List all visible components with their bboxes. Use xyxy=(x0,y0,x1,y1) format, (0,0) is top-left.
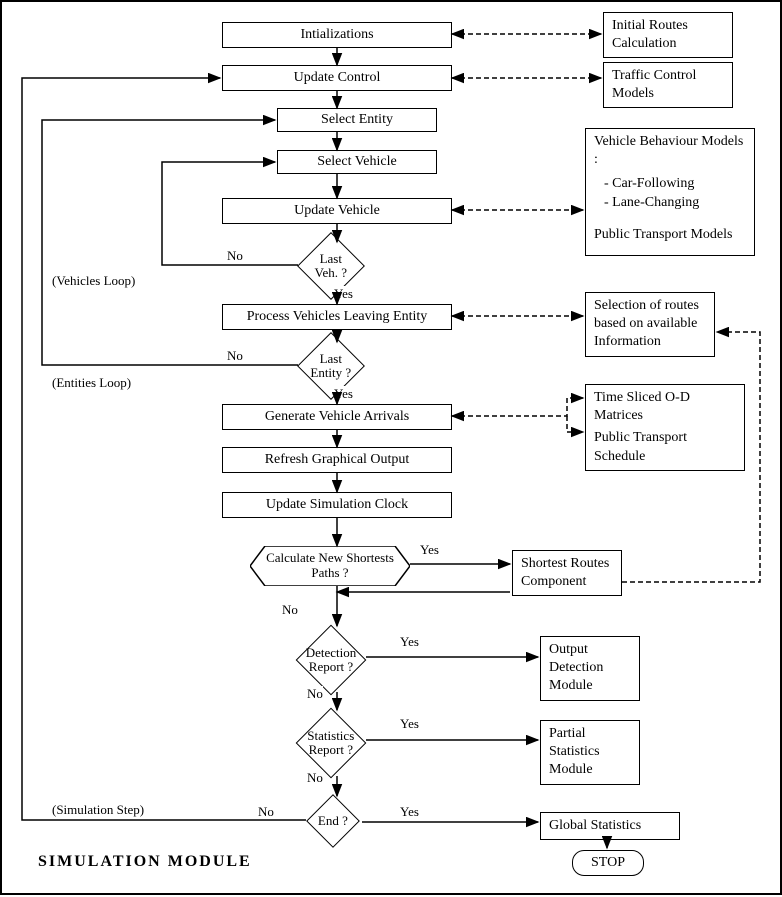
label-yes: Yes xyxy=(334,386,353,402)
note-shortest-routes: Shortest Routes Component xyxy=(512,550,622,596)
decision-calc-paths: Calculate New Shortests Paths ? xyxy=(250,546,410,586)
box-update-control: Update Control xyxy=(222,65,452,91)
box-update-clock: Update Simulation Clock xyxy=(222,492,452,518)
box-select-vehicle: Select Vehicle xyxy=(277,150,437,174)
label-no: No xyxy=(227,248,243,264)
label-vehicles-loop: (Vehicles Loop) xyxy=(52,273,135,289)
label-yes: Yes xyxy=(420,542,439,558)
label-no: No xyxy=(227,348,243,364)
label-no: No xyxy=(307,686,323,702)
box-update-vehicle: Update Vehicle xyxy=(222,198,452,224)
label-no: No xyxy=(258,804,274,820)
label-entities-loop: (Entities Loop) xyxy=(52,375,131,391)
decision-last-vehicle: Last Veh. ? xyxy=(297,232,365,300)
box-initializations: Intializations xyxy=(222,22,452,48)
box-stop: STOP xyxy=(572,850,644,876)
label-sim-step: (Simulation Step) xyxy=(52,802,144,818)
label-yes: Yes xyxy=(400,804,419,820)
box-refresh-gfx: Refresh Graphical Output xyxy=(222,447,452,473)
note-traffic-models: Traffic Control Models xyxy=(603,62,733,108)
label-yes: Yes xyxy=(400,716,419,732)
note-initial-routes: Initial Routes Calculation xyxy=(603,12,733,58)
note-od-matrices: Time Sliced O-D Matrices Public Transpor… xyxy=(585,384,745,471)
title: SIMULATION MODULE xyxy=(38,853,252,871)
note-route-selection: Selection of routes based on available I… xyxy=(585,292,715,357)
label-yes: Yes xyxy=(400,634,419,650)
label-no: No xyxy=(307,770,323,786)
note-vehicle-behaviour: Vehicle Behaviour Models : - Car-Followi… xyxy=(585,128,755,256)
box-gen-arrivals: Generate Vehicle Arrivals xyxy=(222,404,452,430)
note-output-detection: Output Detection Module xyxy=(540,636,640,701)
box-process-leaving: Process Vehicles Leaving Entity xyxy=(222,304,452,330)
label-no: No xyxy=(282,602,298,618)
flowchart-canvas: Intializations Update Control Select Ent… xyxy=(0,0,782,895)
decision-statistics-report: Statistics Report ? xyxy=(296,708,367,779)
decision-last-entity: Last Entity ? xyxy=(297,332,365,400)
label-yes: Yes xyxy=(334,286,353,302)
box-select-entity: Select Entity xyxy=(277,108,437,132)
decision-detection-report: Detection Report ? xyxy=(296,625,367,696)
note-partial-stats: Partial Statistics Module xyxy=(540,720,640,785)
decision-end: End ? xyxy=(306,794,360,848)
note-global-stats: Global Statistics xyxy=(540,812,680,840)
